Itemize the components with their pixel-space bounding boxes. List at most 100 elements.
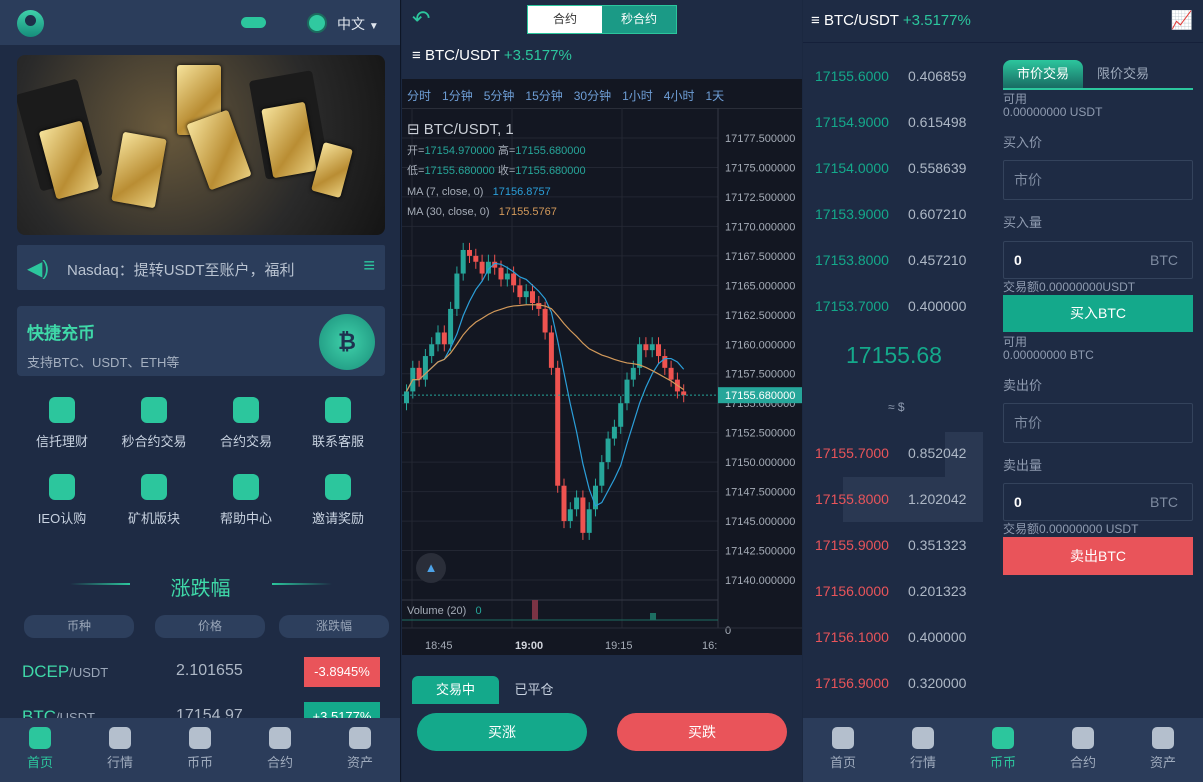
nav-home[interactable]: 首页 (803, 718, 883, 782)
bid-row[interactable]: 17155.7000 0.852042 (815, 445, 985, 461)
globe-icon[interactable] (307, 13, 327, 33)
ask-row[interactable]: 17153.9000 0.607210 (815, 206, 985, 222)
candle (517, 285, 523, 298)
timeframe-3[interactable]: 15分钟 (525, 87, 562, 104)
candle (548, 332, 554, 368)
theme-toggle[interactable] (241, 17, 266, 28)
candle (435, 332, 441, 345)
nav-wallet[interactable]: 资产 (320, 718, 400, 782)
ma7-label: MA (7, close, 0) (407, 185, 484, 198)
nav-home[interactable]: 首页 (0, 718, 80, 782)
sell-qty-input[interactable]: 0 BTC (1003, 483, 1193, 521)
feature-4[interactable]: IEO认购 (17, 474, 107, 527)
menu-icon[interactable]: ≡ (412, 47, 421, 64)
sell-price-input[interactable]: 市价 (1003, 403, 1193, 443)
nav-coin[interactable]: 币币 (160, 718, 240, 782)
timeframe-0[interactable]: 分时 (407, 87, 431, 104)
feature-label: 合约交易 (219, 434, 272, 449)
pair-header[interactable]: ≡ BTC/USDT +3.5177% (412, 47, 572, 64)
collapse-icon[interactable]: ⊟ (407, 121, 420, 138)
feature-1[interactable]: 秒合约交易 (109, 397, 199, 450)
column-header-change: 涨跌幅 (279, 615, 389, 638)
buy-qty-label: 买入量 (1003, 215, 1043, 230)
back-icon[interactable]: ↶ (412, 6, 430, 32)
bid-row[interactable]: 17156.0000 0.201323 (815, 583, 985, 599)
buy-price-input[interactable]: 市价 (1003, 160, 1193, 200)
contract-icon (269, 727, 291, 749)
sell-btc-button[interactable]: 卖出BTC (1003, 537, 1193, 575)
avatar-icon[interactable] (17, 10, 44, 37)
nav-coin[interactable]: 币币 (963, 718, 1043, 782)
bid-row[interactable]: 17155.8000 1.202042 (815, 491, 985, 507)
timeframe-7[interactable]: 1天 (705, 87, 724, 104)
banner-carousel[interactable] (17, 55, 385, 235)
tab-closed[interactable]: 已平仓 (499, 676, 569, 704)
candle (586, 509, 592, 533)
usd-approx: ≈ $ (888, 400, 905, 414)
candle (542, 308, 548, 333)
buy-btc-button[interactable]: 买入BTC (1003, 295, 1193, 332)
menu-icon[interactable]: ≡ (363, 255, 375, 278)
tab-market-trade[interactable]: 市价交易 (1003, 60, 1083, 88)
market-icon (109, 727, 131, 749)
candle (618, 403, 624, 427)
buy-qty-input[interactable]: 0 BTC (1003, 241, 1193, 279)
menu-icon[interactable]: ≡ (811, 12, 820, 29)
tab-trading[interactable]: 交易中 (412, 676, 499, 704)
buy-up-button[interactable]: 买涨 (417, 713, 587, 751)
feature-label: IEO认购 (37, 511, 87, 526)
pair-header[interactable]: ≡ BTC/USDT +3.5177% (811, 12, 971, 29)
volume-axis-label: 0 (725, 625, 731, 637)
nav-wallet[interactable]: 资产 (1123, 718, 1203, 782)
chart-container[interactable]: 分时 1分钟 5分钟 15分钟 30分钟 1小时 4小时 1天 17177.500000 171… (402, 79, 802, 655)
ask-row[interactable]: 17154.9000 0.615498 (815, 114, 985, 130)
table-row[interactable]: DCEP/USDT 2.101655 -3.8945% (0, 657, 400, 687)
ask-row[interactable]: 17155.6000 0.406859 (815, 68, 985, 84)
ask-row[interactable]: 17153.7000 0.400000 (815, 298, 985, 314)
nav-contract[interactable]: 合约 (1043, 718, 1123, 782)
chart-icon[interactable]: 📈 (1171, 10, 1193, 31)
buy-down-button[interactable]: 买跌 (617, 713, 787, 751)
bid-row[interactable]: 17155.9000 0.351323 (815, 537, 985, 553)
nav-market[interactable]: 行情 (80, 718, 160, 782)
feature-label: 邀请奖励 (311, 511, 364, 526)
timeframe-1[interactable]: 1分钟 (442, 87, 473, 104)
flash-contract-icon (141, 397, 167, 423)
bid-row[interactable]: 17156.9000 0.320000 (815, 675, 985, 691)
feature-7[interactable]: 邀请奖励 (293, 474, 383, 527)
tab-contract[interactable]: 合约 (528, 6, 602, 33)
nav-market[interactable]: 行情 (883, 718, 963, 782)
pair-name: BTC/USDT (424, 47, 500, 64)
timeframe-5[interactable]: 1小时 (622, 87, 653, 104)
candle (473, 255, 479, 262)
notice-bar[interactable]: ◀) Nasdaq：提转USDT至账户，福利 ≡ (17, 245, 385, 290)
chat-icon (325, 397, 351, 423)
quick-deposit-card[interactable]: 快捷充币 支持BTC、USDT、ETH等 ₿ (17, 306, 385, 376)
contract-icon (1072, 727, 1094, 749)
timeframe-2[interactable]: 5分钟 (484, 87, 515, 104)
feature-6[interactable]: 帮助中心 (201, 474, 291, 527)
timeframe-6[interactable]: 4小时 (664, 87, 695, 104)
nav-contract[interactable]: 合约 (240, 718, 320, 782)
x-tick-label: 19:15 (605, 640, 633, 652)
sell-amount: 交易额0.00000000 USDT (1003, 522, 1139, 536)
tab-second-contract[interactable]: 秒合约 (602, 6, 676, 33)
ask-row[interactable]: 17153.8000 0.457210 (815, 252, 985, 268)
feature-2[interactable]: 合约交易 (201, 397, 291, 450)
feature-0[interactable]: 信托理财 (17, 397, 107, 450)
feature-3[interactable]: 联系客服 (293, 397, 383, 450)
candle (498, 267, 504, 280)
bid-row[interactable]: 17156.1000 0.400000 (815, 629, 985, 645)
x-tick-label: 18:45 (425, 640, 453, 652)
language-select[interactable]: 中文 ▼ (337, 14, 379, 34)
candle (429, 344, 435, 357)
ma7-line (405, 262, 685, 507)
home-screen: 中文 ▼ ◀) Nasdaq：提转USDT至账户，福利 ≡ 快捷充币 支持BTC… (0, 0, 401, 782)
candle (511, 273, 517, 286)
candle (643, 344, 649, 351)
tab-limit-trade[interactable]: 限价交易 (1083, 60, 1163, 88)
feature-5[interactable]: 矿机版块 (109, 474, 199, 527)
timeframe-4[interactable]: 30分钟 (574, 87, 611, 104)
column-header-price: 价格 (155, 615, 265, 638)
ask-row[interactable]: 17154.0000 0.558639 (815, 160, 985, 176)
